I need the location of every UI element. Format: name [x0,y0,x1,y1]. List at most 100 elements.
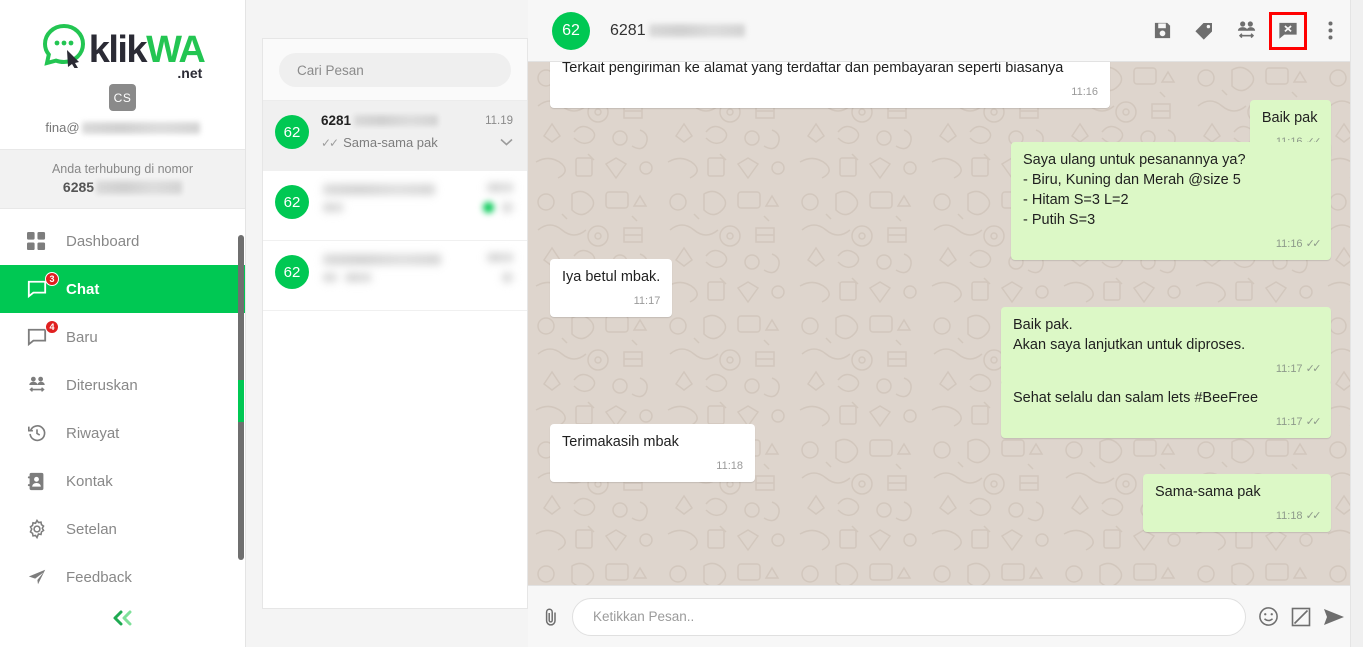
sidebar-item-setelan[interactable]: Setelan [0,505,245,553]
double-check-icon: ✓✓ [1305,238,1322,250]
sidebar-scrollbar-thumb-highlight [238,380,244,422]
message-bubble: Iya betul mbak. 11:17 [550,259,673,317]
sidebar-item-label: Kontak [66,472,113,490]
sidebar-item-diteruskan[interactable]: Diteruskan [0,361,245,409]
sidebar-item-feedback[interactable]: Feedback [0,553,245,601]
conversation-panel: 62 6281 Terkait pengiriman ke alamat yan… [528,0,1363,647]
message-time: 11:16 [1275,238,1303,250]
paper-plane-icon [27,567,53,587]
user-email-text: fina@ [45,120,80,135]
message-text: - Hitam S=3 L=2 [1023,192,1129,208]
message-bubble: Terimakasih mbak 11:18 [550,424,755,482]
sidebar-item-chat[interactable]: 3 Chat [0,265,245,313]
chat-list: Cari Pesan 62 6281 11.19 ✓✓ Sama-sama pa… [262,38,528,609]
search-placeholder: Cari Pesan [297,62,364,78]
message-bubble: Sama-sama pak 11:18 ✓✓ [1143,474,1331,532]
tag-icon[interactable] [1185,12,1223,50]
double-check-icon: ✓✓ [1305,416,1322,428]
message-text: Sehat selalu dan salam lets #BeeFree [1013,390,1259,406]
logo-text-net: .net [177,65,203,81]
sidebar-item-label: Diteruskan [66,376,138,394]
chat-contact-name-text: 6281 [321,113,352,128]
send-plane-icon[interactable] [1323,607,1345,627]
chat-list-item[interactable]: 62 6281 11.19 ✓✓ Sama-sama pak [263,101,527,171]
chat-row-extra-redacted [502,272,513,283]
message-text: Iya betul mbak. [562,269,661,285]
double-chevron-left-icon [109,608,137,633]
klikwa-logo-icon [41,22,87,69]
chat-contact-name-redacted [323,253,441,265]
message-bubble: Saya ulang untuk pesanannya ya? - Biru, … [1011,142,1331,260]
message-meta: 11:17 ✓✓ [1275,359,1322,379]
sidebar-badge: 3 [45,272,59,286]
chat-list-panel: Cari Pesan 62 6281 11.19 ✓✓ Sama-sama pa… [246,0,528,647]
double-check-icon: ✓✓ [321,135,339,150]
chat-snippet [321,273,371,282]
avatar: 62 [275,255,309,289]
message-text: Baik pak [1261,110,1318,126]
sidebar-item-riwayat[interactable]: Riwayat [0,409,245,457]
chat-contact-name: 6281 [321,113,439,128]
message-time: 11:17 [633,295,661,307]
message-text: Sama-sama pak [1155,484,1261,500]
message-time: 11:16 [1071,86,1098,98]
close-chat-icon[interactable] [1269,11,1307,50]
contact-book-icon [27,472,53,491]
message-text: - Biru, Kuning dan Merah @size 5 [1023,172,1241,188]
unread-indicator [483,202,494,213]
connected-number-block: Anda terhubung di nomor 6285 [0,149,245,209]
chat-list-item-redacted [309,253,513,298]
paperclip-icon[interactable] [542,607,560,627]
message-input[interactable]: Ketikkan Pesan.. [572,597,1246,636]
sidebar: klikWA .net CS fina@ Anda terhubung di n… [0,0,246,647]
user-email-redacted [81,121,200,134]
chat-list-item[interactable]: 62 [263,241,527,311]
sidebar-item-baru[interactable]: 4 Baru [0,313,245,361]
transfer-contact-icon[interactable] [1227,12,1265,50]
chat-contact-name-redacted [354,115,439,126]
chat-snippet-redacted [323,203,343,212]
gear-icon [27,519,53,539]
message-composer: Ketikkan Pesan.. [528,585,1363,647]
chat-list-item-redacted [309,183,513,228]
save-icon[interactable] [1143,12,1181,50]
sidebar-item-dashboard[interactable]: Dashboard [0,217,245,265]
chat-list-item[interactable]: 62 [263,171,527,241]
sidebar-item-label: Baru [66,328,98,346]
message-time: 11:18 [716,460,743,472]
message-text: - Putih S=3 [1023,212,1096,228]
sidebar-collapse-button[interactable] [0,608,245,633]
sidebar-item-kontak[interactable]: Kontak [0,457,245,505]
message-text: Saya ulang untuk pesanannya ya? [1023,152,1246,168]
avatar: 62 [275,185,309,219]
message-text: Terkait pengiriman ke alamat yang terdaf… [562,62,1064,76]
user-block: CS fina@ [0,78,245,149]
chat-bubble-icon: 4 [27,320,59,347]
chevron-down-icon[interactable] [500,137,513,149]
chat-search-zone: Cari Pesan [263,39,527,101]
sidebar-scrollbar[interactable] [238,235,244,560]
avatar[interactable]: CS [109,84,136,111]
message-meta: 11:17 ✓✓ [1276,412,1322,432]
chat-contact-name [321,253,441,265]
chat-ticks-redacted [323,273,337,282]
chat-timestamp [485,253,513,265]
chat-bubble-icon: 3 [27,272,59,299]
app-root: klikWA .net CS fina@ Anda terhubung di n… [0,0,1363,647]
chat-snippet-redacted [345,273,371,282]
conversation-title: 6281 [610,22,745,40]
template-note-icon[interactable] [1291,607,1311,627]
message-text: Terimakasih mbak [562,434,679,450]
conversation-header: 62 6281 [528,0,1363,62]
chat-timestamp: 11.19 [485,114,513,127]
message-text: Akan saya lanjutkan untuk diproses. [1013,337,1246,353]
sidebar-nav: Dashboard 3 Chat 4 Baru Diteruskan Riway… [0,209,245,647]
history-clock-icon [27,423,53,443]
chat-snippet: ✓✓ Sama-sama pak [321,135,438,150]
message-time: 11:18 [1275,510,1303,522]
search-input[interactable]: Cari Pesan [279,53,511,87]
emoji-smiley-icon[interactable] [1258,606,1279,627]
sidebar-item-label: Feedback [66,568,132,586]
kebab-menu-icon[interactable] [1311,12,1349,50]
message-time: 11:17 [1275,363,1303,375]
